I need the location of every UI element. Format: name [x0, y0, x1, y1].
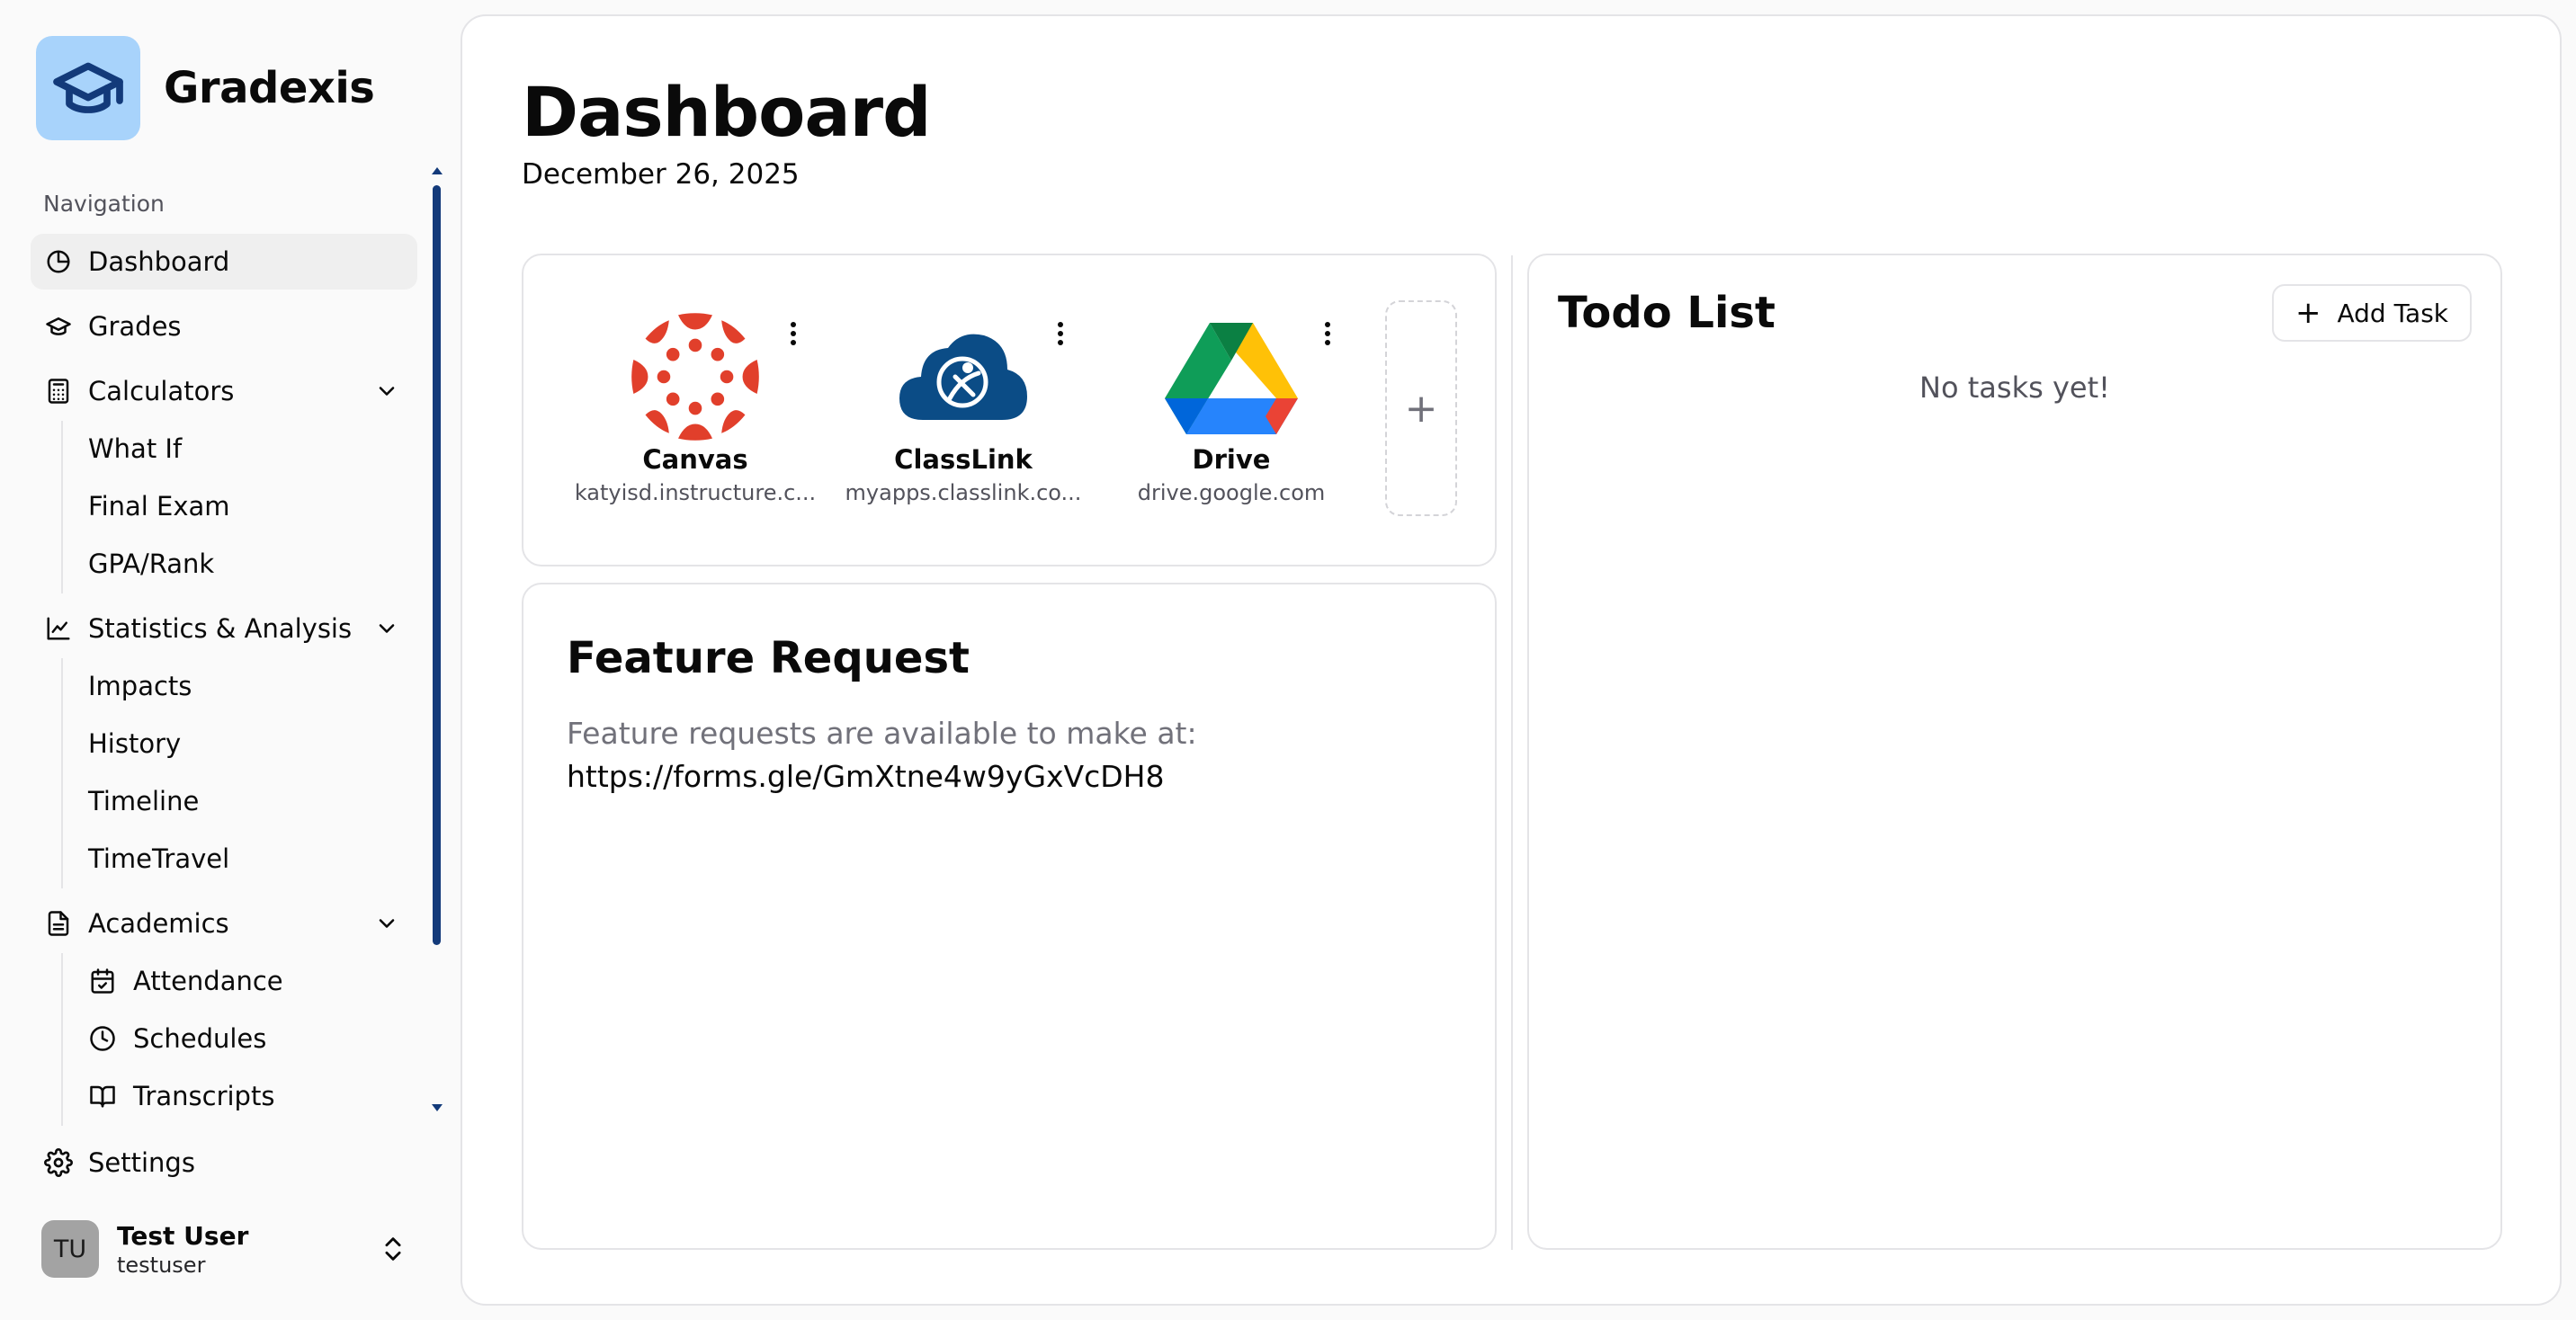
sidebar-subitem-attendance[interactable]: Attendance: [63, 953, 405, 1009]
add-task-label: Add Task: [2337, 298, 2448, 328]
sidebar-item-calculators[interactable]: Calculators: [31, 363, 417, 419]
file-text-icon: [43, 908, 74, 939]
sidebar-subitem-schedules[interactable]: Schedules: [63, 1011, 405, 1066]
sidebar-subitem-timetravel[interactable]: TimeTravel: [63, 831, 405, 887]
google-drive-logo-icon: [1164, 309, 1299, 444]
more-vertical-icon[interactable]: [1050, 318, 1071, 349]
sidebar-subitem-what-if[interactable]: What If: [63, 421, 405, 477]
sidebar-subitem-timeline[interactable]: Timeline: [63, 773, 405, 829]
user-menu[interactable]: TU Test User testuser: [41, 1217, 419, 1280]
sidebar-item-label: Grades: [88, 311, 182, 342]
graduation-cap-icon: [43, 311, 74, 342]
avatar: TU: [41, 1220, 99, 1278]
scroll-down-arrow-icon[interactable]: [432, 1104, 443, 1111]
book-open-icon: [88, 1082, 117, 1110]
page-date: December 26, 2025: [522, 158, 800, 191]
user-name: Test User: [117, 1220, 249, 1251]
sidebar-item-label: Academics: [88, 908, 229, 939]
chevron-down-icon[interactable]: [374, 616, 399, 641]
calculators-submenu: What If Final Exam GPA/Rank: [61, 421, 417, 593]
brand-name: Gradexis: [164, 63, 375, 113]
sidebar-item-label: Statistics & Analysis: [88, 613, 353, 644]
plus-icon: +: [2294, 295, 2321, 331]
sidebar-subitem-gpa-rank[interactable]: GPA/Rank: [63, 536, 405, 592]
app-tile-classlink[interactable]: ClassLink myapps.classlink.co...: [842, 309, 1085, 525]
sidebar: Gradexis Navigation Dashboard Grades Cal…: [0, 0, 450, 1320]
nav-scroll-area: Navigation Dashboard Grades Calculators …: [27, 185, 423, 1165]
feature-request-link[interactable]: https://forms.gle/GmXtne4w9yGxVcDH8: [567, 759, 1164, 794]
statistics-submenu: Impacts History Timeline TimeTravel: [61, 658, 417, 888]
sidebar-item-dashboard[interactable]: Dashboard: [31, 234, 417, 290]
line-chart-icon: [43, 613, 74, 644]
chevron-down-icon[interactable]: [374, 379, 399, 404]
sidebar-scrollbar[interactable]: [430, 167, 443, 1111]
app-name: Canvas: [642, 444, 748, 475]
scrollbar-thumb[interactable]: [433, 185, 441, 945]
sidebar-subitem-impacts[interactable]: Impacts: [63, 658, 405, 714]
app-tile-canvas[interactable]: Canvas katyisd.instructure.c...: [574, 309, 817, 525]
app-name: Drive: [1192, 444, 1271, 475]
brand[interactable]: Gradexis: [36, 36, 375, 140]
app-url: drive.google.com: [1137, 480, 1326, 505]
feature-request-text: Feature requests are available to make a…: [567, 716, 1197, 751]
todo-empty-state: No tasks yet!: [1919, 370, 2110, 405]
sidebar-subitem-final-exam[interactable]: Final Exam: [63, 478, 405, 534]
quick-links-card: Canvas katyisd.instructure.c... ClassLin…: [522, 254, 1497, 566]
sidebar-subitem-transcripts[interactable]: Transcripts: [63, 1068, 405, 1124]
canvas-logo-icon: [628, 309, 763, 444]
feature-request-title: Feature Request: [567, 633, 970, 683]
sidebar-item-label: Calculators: [88, 376, 235, 406]
sidebar-item-academics[interactable]: Academics: [31, 896, 417, 951]
academics-submenu: Attendance Schedules Transcripts: [61, 953, 417, 1126]
user-handle: testuser: [117, 1252, 206, 1278]
more-vertical-icon[interactable]: [1317, 318, 1338, 349]
calculator-icon: [43, 376, 74, 406]
todo-card: Todo List + Add Task No tasks yet!: [1527, 254, 2502, 1250]
classlink-logo-icon: [896, 309, 1031, 444]
gear-icon: [43, 1147, 74, 1178]
clock-icon: [88, 1024, 117, 1053]
more-vertical-icon[interactable]: [783, 318, 804, 349]
graduation-cap-icon: [36, 36, 140, 140]
calendar-check-icon: [88, 967, 117, 995]
app-name: ClassLink: [894, 444, 1033, 475]
sidebar-item-settings[interactable]: Settings: [31, 1135, 417, 1191]
panel-divider[interactable]: [1511, 255, 1513, 1250]
sidebar-item-label: Settings: [88, 1147, 195, 1178]
app-url: katyisd.instructure.c...: [574, 480, 817, 505]
page-title: Dashboard: [522, 72, 931, 152]
scroll-up-arrow-icon[interactable]: [432, 167, 443, 174]
add-task-button[interactable]: + Add Task: [2271, 284, 2472, 342]
chevrons-up-down-icon[interactable]: [378, 1234, 408, 1264]
app-url: myapps.classlink.co...: [845, 480, 1082, 505]
feature-request-card: Feature Request Feature requests are ava…: [522, 583, 1497, 1250]
sidebar-item-statistics[interactable]: Statistics & Analysis: [31, 601, 417, 656]
chevron-down-icon[interactable]: [374, 911, 399, 936]
nav-heading: Navigation: [43, 191, 165, 217]
main-panel: Dashboard December 26, 2025 Canvas katyi…: [461, 14, 2562, 1306]
pie-chart-icon: [43, 246, 74, 277]
sidebar-item-label: Dashboard: [88, 246, 230, 277]
add-link-button[interactable]: +: [1385, 300, 1457, 516]
sidebar-item-grades[interactable]: Grades: [31, 299, 417, 354]
todo-title: Todo List: [1558, 288, 1775, 338]
sidebar-subitem-history[interactable]: History: [63, 716, 405, 771]
